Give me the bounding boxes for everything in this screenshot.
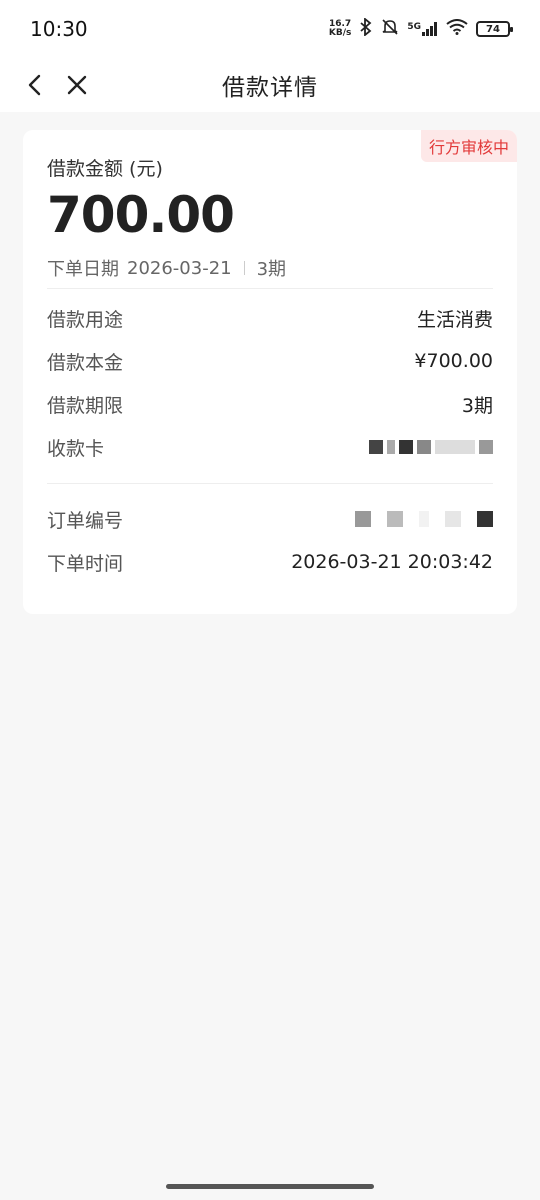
masked-card-number — [369, 440, 493, 454]
detail-row-term: 借款期限 3期 — [47, 389, 493, 419]
masked-order-number — [355, 511, 493, 527]
signal-icon: 5G — [407, 22, 438, 36]
detail-value: ¥700.00 — [414, 350, 493, 372]
order-row-time: 下单时间 2026-03-21 20:03:42 — [47, 547, 493, 577]
status-badge: 行方审核中 — [420, 130, 517, 162]
detail-row-purpose: 借款用途 生活消费 — [47, 303, 493, 333]
order-label: 下单时间 — [47, 552, 124, 575]
bluetooth-icon — [359, 17, 373, 40]
order-summary: 下单日期 2026-03-21 3期 — [47, 255, 286, 281]
term-count: 3期 — [256, 259, 287, 280]
network-speed: 16.7 KB/s — [328, 19, 352, 38]
nav-bar: 借款详情 — [0, 58, 540, 112]
divider — [47, 288, 493, 289]
order-date: 2026-03-21 — [127, 257, 232, 279]
amount-label: 借款金额 (元) — [47, 158, 163, 180]
mute-bell-icon — [381, 18, 399, 40]
detail-row-principal: 借款本金 ¥700.00 — [47, 346, 493, 376]
wifi-icon — [446, 19, 468, 39]
detail-value: 3期 — [461, 394, 493, 417]
status-icons: 16.7 KB/s 5G 74 — [328, 17, 513, 40]
detail-value: 生活消费 — [416, 308, 493, 331]
loan-amount: 700.00 — [47, 186, 235, 244]
detail-label: 借款期限 — [47, 394, 124, 417]
status-time: 10:30 — [30, 17, 88, 41]
battery-icon: 74 — [476, 21, 513, 37]
back-icon[interactable] — [20, 70, 50, 100]
separator — [243, 261, 245, 275]
divider — [47, 483, 493, 484]
detail-row-receiving-card: 收款卡 — [47, 432, 493, 462]
detail-label: 借款本金 — [47, 351, 124, 374]
close-icon[interactable] — [62, 70, 92, 100]
order-value: 2026-03-21 20:03:42 — [291, 551, 493, 573]
order-date-label: 下单日期 — [47, 259, 119, 280]
detail-label: 收款卡 — [47, 437, 105, 460]
home-indicator[interactable] — [166, 1184, 374, 1189]
detail-label: 借款用途 — [47, 308, 124, 331]
order-label: 订单编号 — [47, 509, 124, 532]
loan-detail-card: 行方审核中 借款金额 (元) 700.00 下单日期 2026-03-21 3期… — [23, 130, 517, 614]
status-bar: 10:30 16.7 KB/s 5G 74 — [0, 0, 540, 58]
order-row-number: 订单编号 — [47, 504, 493, 534]
